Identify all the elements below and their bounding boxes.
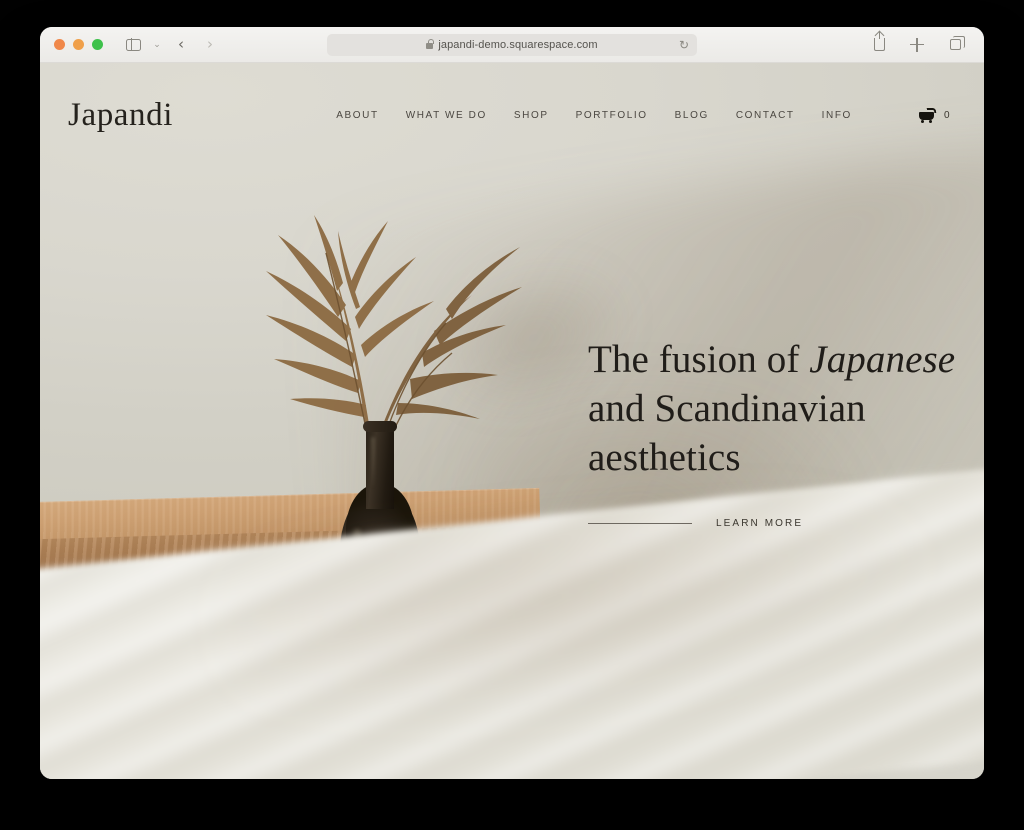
sidebar-menu-chevron-button[interactable]: ⌄ — [149, 34, 165, 56]
forward-button[interactable]: › — [197, 34, 223, 56]
share-button[interactable] — [866, 31, 892, 56]
browser-toolbar: ⌄ ‹ › japandi-demo.squarespace.com ↻ — [40, 27, 984, 63]
plus-icon — [910, 37, 924, 52]
site-header: Japandi ABOUT WHAT WE DO SHOP PORTFOLIO … — [40, 63, 984, 167]
browser-window: ⌄ ‹ › japandi-demo.squarespace.com ↻ Jap… — [40, 27, 984, 779]
vase-lip — [363, 421, 397, 432]
hero-headline-part2: and Scandinavian aesthetics — [588, 387, 866, 480]
page-viewport: Japandi ABOUT WHAT WE DO SHOP PORTFOLIO … — [40, 63, 984, 779]
window-traffic-lights — [54, 39, 103, 50]
chevron-down-icon: ⌄ — [153, 39, 161, 49]
learn-more-link[interactable]: LEARN MORE — [716, 518, 803, 529]
cta-divider-rule — [588, 523, 692, 525]
nav-item-what-we-do[interactable]: WHAT WE DO — [406, 110, 487, 121]
lock-icon — [426, 39, 434, 49]
desktop-backdrop: ⌄ ‹ › japandi-demo.squarespace.com ↻ Jap… — [0, 0, 1024, 830]
nav-item-shop[interactable]: SHOP — [514, 110, 549, 121]
hero-headline-emphasis: Japanese — [809, 338, 956, 381]
sidebar-toggle-button[interactable] — [120, 34, 146, 56]
nav-item-about[interactable]: ABOUT — [336, 110, 378, 121]
address-bar[interactable]: japandi-demo.squarespace.com ↻ — [327, 33, 697, 56]
nav-item-info[interactable]: INFO — [822, 110, 852, 121]
close-window-button[interactable] — [54, 39, 65, 50]
minimize-window-button[interactable] — [73, 39, 84, 50]
shopping-cart-icon — [917, 107, 937, 123]
tab-overview-icon — [949, 36, 965, 50]
hero-headline-part1: The fusion of — [588, 338, 810, 381]
hero-copy: The fusion of Japanese and Scandinavian … — [588, 335, 960, 529]
new-tab-button[interactable] — [904, 34, 930, 56]
toolbar-nav-group: ⌄ ‹ › — [120, 34, 223, 56]
zoom-window-button[interactable] — [92, 39, 103, 50]
main-navigation: ABOUT WHAT WE DO SHOP PORTFOLIO BLOG CON… — [336, 107, 950, 123]
hero-cta-row: LEARN MORE — [588, 518, 960, 529]
hero-headline: The fusion of Japanese and Scandinavian … — [588, 335, 960, 482]
chevron-right-icon: › — [207, 35, 213, 53]
cart-button[interactable]: 0 — [917, 107, 950, 123]
tab-overview-button[interactable] — [942, 34, 968, 56]
nav-item-portfolio[interactable]: PORTFOLIO — [576, 110, 648, 121]
sidebar-icon — [125, 38, 141, 51]
chevron-left-icon: ‹ — [178, 35, 184, 53]
share-icon — [873, 31, 885, 51]
address-bar-url: japandi-demo.squarespace.com — [438, 38, 598, 51]
nav-item-contact[interactable]: CONTACT — [736, 110, 795, 121]
back-button[interactable]: ‹ — [168, 34, 194, 56]
toolbar-actions — [866, 31, 968, 56]
nav-item-blog[interactable]: BLOG — [675, 110, 709, 121]
vase-highlight-secondary — [371, 437, 375, 489]
reload-button[interactable]: ↻ — [679, 39, 689, 51]
site-logo[interactable]: Japandi — [68, 97, 173, 134]
cart-count: 0 — [943, 109, 950, 121]
